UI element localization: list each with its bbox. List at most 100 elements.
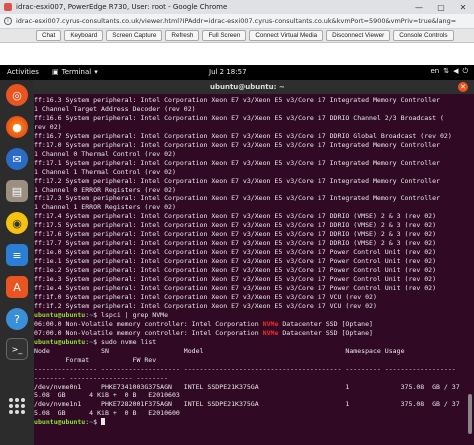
power-icon: ⏻ — [462, 67, 468, 75]
connect-virtual-media-button[interactable]: Connect Virtual Media — [249, 30, 324, 41]
prompt-dollar: $ — [93, 337, 102, 346]
minimize-icon[interactable]: — — [408, 0, 430, 14]
app-menu-label: Terminal — [61, 68, 92, 76]
rhythmbox-icon[interactable]: ◉ — [6, 212, 28, 234]
language-indicator[interactable]: en — [430, 67, 439, 76]
prompt-user: ubuntu@ubuntu — [34, 337, 86, 346]
clock[interactable]: Jul 2 18:57 — [209, 68, 247, 76]
terminal-line: ff:16.7 System peripheral: Intel Corpora… — [34, 131, 452, 140]
system-tray[interactable]: en ⇅ ◀ ⏻ — [430, 67, 468, 76]
console-controls-button[interactable]: Console Controls — [393, 30, 454, 41]
command-text: sudo nvme list — [101, 337, 157, 346]
prompt-dollar: $ — [93, 418, 102, 427]
terminal-window: ubuntu@ubuntu: ~ ✕ ff:16.3 System periph… — [34, 80, 474, 445]
terminal-line: ff:17.6 System peripheral: Intel Corpora… — [34, 230, 437, 239]
gnome-top-bar: Activities ▣ Terminal ▾ Jul 2 18:57 en ⇅… — [0, 65, 474, 80]
terminal-line: ff:17.3 System peripheral: Intel Corpora… — [34, 194, 440, 203]
nvme-grep-line: 06:00.0 Non-Volatile memory controller: … — [34, 320, 466, 329]
nvme-grep-line: 07:00.0 Non-Volatile memory controller: … — [34, 329, 466, 338]
nvme-list-line: 5.08 GB 4 KiB + 0 B E2010603 — [34, 391, 180, 400]
terminal-line: 1 Channel 1 ERROR Registers (rev 02) — [34, 203, 176, 212]
console-border — [0, 43, 474, 65]
writer-icon[interactable]: ≡ — [6, 244, 28, 266]
terminal-line: ff:1e.3 System peripheral: Intel Corpora… — [34, 275, 437, 284]
activities-button[interactable]: Activities — [7, 68, 39, 76]
chevron-down-icon: ▾ — [94, 68, 98, 76]
terminal-line: ff:1e.2 System peripheral: Intel Corpora… — [34, 266, 437, 275]
nvme-list-line: /dev/nvme0n1 PHKE7341003G375AGN INTEL SS… — [34, 382, 460, 391]
help-icon[interactable]: ? — [6, 308, 28, 330]
grep-suffix: Datacenter SSD [Optane] — [278, 328, 374, 337]
terminal-title: ubuntu@ubuntu: ~ — [210, 83, 285, 91]
info-icon[interactable]: i — [4, 17, 12, 25]
volume-icon: ◀ — [453, 67, 459, 75]
grep-prefix: 06:00.0 Non-Volatile memory controller: … — [34, 319, 263, 328]
nvme-list-line: ---------------- -------------------- --… — [34, 364, 456, 373]
command-text: lspci | grep NVMe — [101, 310, 169, 319]
nvme-list-line: /dev/nvme1n1 PHKE7282001F375AGN INTEL SS… — [34, 400, 460, 409]
terminal-line: ff:1f.0 System peripheral: Intel Corpora… — [34, 292, 377, 301]
firefox-icon[interactable]: ● — [6, 116, 28, 138]
show-applications-icon[interactable] — [9, 398, 25, 414]
nvme-list-line: Format FW Rev — [34, 355, 157, 364]
terminal-line: 1 Channel 1 Thermal Control (rev 02) — [34, 167, 176, 176]
nvme-list-line: 5.08 GB 4 KiB + 0 B E2010600 — [34, 409, 180, 418]
network-icon: ⇅ — [443, 67, 450, 75]
terminal-line: ff:17.7 System peripheral: Intel Corpora… — [34, 239, 437, 248]
terminal-line: ff:1e.1 System peripheral: Intel Corpora… — [34, 257, 437, 266]
terminal-small-icon: ▣ — [52, 68, 59, 76]
terminal-line: ff:17.0 System peripheral: Intel Corpora… — [34, 140, 440, 149]
terminal-header: ubuntu@ubuntu: ~ ✕ — [34, 80, 474, 94]
terminal-line: ff:16.6 System peripheral: Intel Corpora… — [34, 113, 444, 122]
terminal-scrollbar[interactable] — [466, 94, 474, 445]
screen-capture-button[interactable]: Screen Capture — [106, 30, 163, 41]
terminal-line: ff:17.2 System peripheral: Intel Corpora… — [34, 176, 440, 185]
ubuntu-icon[interactable]: ◎ — [6, 84, 28, 106]
terminal-line: 1 Channel 0 ERROR Registers (rev 02) — [34, 185, 176, 194]
prompt-user: ubuntu@ubuntu — [34, 310, 86, 319]
terminal-output[interactable]: ff:16.3 System peripheral: Intel Corpora… — [34, 94, 466, 445]
prompt-line: ubuntu@ubuntu:~$ sudo nvme list — [34, 338, 466, 347]
disconnect-viewer-button[interactable]: Disconnect Viewer — [326, 30, 391, 41]
nvme-list-line: -------- ---------------- -------- — [34, 373, 169, 382]
prompt-user: ubuntu@ubuntu — [34, 418, 86, 427]
window-controls: — ▢ ✕ — [408, 0, 474, 14]
keyboard-button[interactable]: Keyboard — [64, 30, 104, 41]
terminal-line: 1 Channel Target Address Decoder (rev 02… — [34, 104, 196, 113]
prompt-line: ubuntu@ubuntu:~$ — [34, 418, 466, 427]
grep-match: NVMe — [262, 319, 279, 328]
idrac-favicon-icon — [4, 3, 12, 11]
prompt-dollar: $ — [93, 310, 102, 319]
files-icon[interactable]: ▤ — [6, 180, 28, 202]
scrollbar-thumb[interactable] — [468, 394, 472, 434]
terminal-line: rev 02) — [34, 122, 62, 131]
close-icon[interactable]: ✕ — [452, 0, 474, 14]
terminal-line: 1 Channel 0 Thermal Control (rev 02) — [34, 149, 176, 158]
grep-match: NVMe — [262, 328, 279, 337]
grep-suffix: Datacenter SSD [Optane] — [278, 319, 374, 328]
terminal-line: ff:1e.4 System peripheral: Intel Corpora… — [34, 284, 437, 293]
terminal-line: ff:17.1 System peripheral: Intel Corpora… — [34, 158, 440, 167]
prompt-line: ubuntu@ubuntu:~$ lspci | grep NVMe — [34, 311, 466, 320]
maximize-icon[interactable]: ▢ — [430, 0, 452, 14]
nvme-list-line: Node SN Model Namespace Usage — [34, 346, 405, 355]
cursor — [101, 418, 106, 426]
idrac-toolbar: Chat Keyboard Screen Capture Refresh Ful… — [0, 29, 474, 43]
thunderbird-icon[interactable]: ✉ — [6, 148, 28, 170]
full-screen-button[interactable]: Full Screen — [202, 30, 247, 41]
terminal-line: ff:16.3 System peripheral: Intel Corpora… — [34, 96, 440, 104]
chat-button[interactable]: Chat — [36, 30, 62, 41]
terminal-line: ff:1f.2 System peripheral: Intel Corpora… — [34, 301, 377, 310]
browser-title-bar: idrac-esxi007, PowerEdge R730, User: roo… — [0, 0, 474, 14]
software-icon[interactable]: A — [6, 276, 28, 298]
app-menu[interactable]: ▣ Terminal ▾ — [52, 68, 98, 76]
terminal-line: ff:17.4 System peripheral: Intel Corpora… — [34, 212, 437, 221]
terminal-line: ff:1e.0 System peripheral: Intel Corpora… — [34, 248, 437, 257]
address-bar[interactable]: i idrac-esxi007.cyrus-consultants.co.uk/… — [0, 14, 474, 29]
terminal-icon[interactable]: >_ — [6, 338, 28, 360]
grep-prefix: 07:00.0 Non-Volatile memory controller: … — [34, 328, 263, 337]
close-icon[interactable]: ✕ — [458, 82, 468, 92]
url-text[interactable]: idrac-esxi007.cyrus-consultants.co.uk/vi… — [16, 17, 456, 25]
window-title: idrac-esxi007, PowerEdge R730, User: roo… — [16, 3, 228, 11]
refresh-button[interactable]: Refresh — [165, 30, 200, 41]
